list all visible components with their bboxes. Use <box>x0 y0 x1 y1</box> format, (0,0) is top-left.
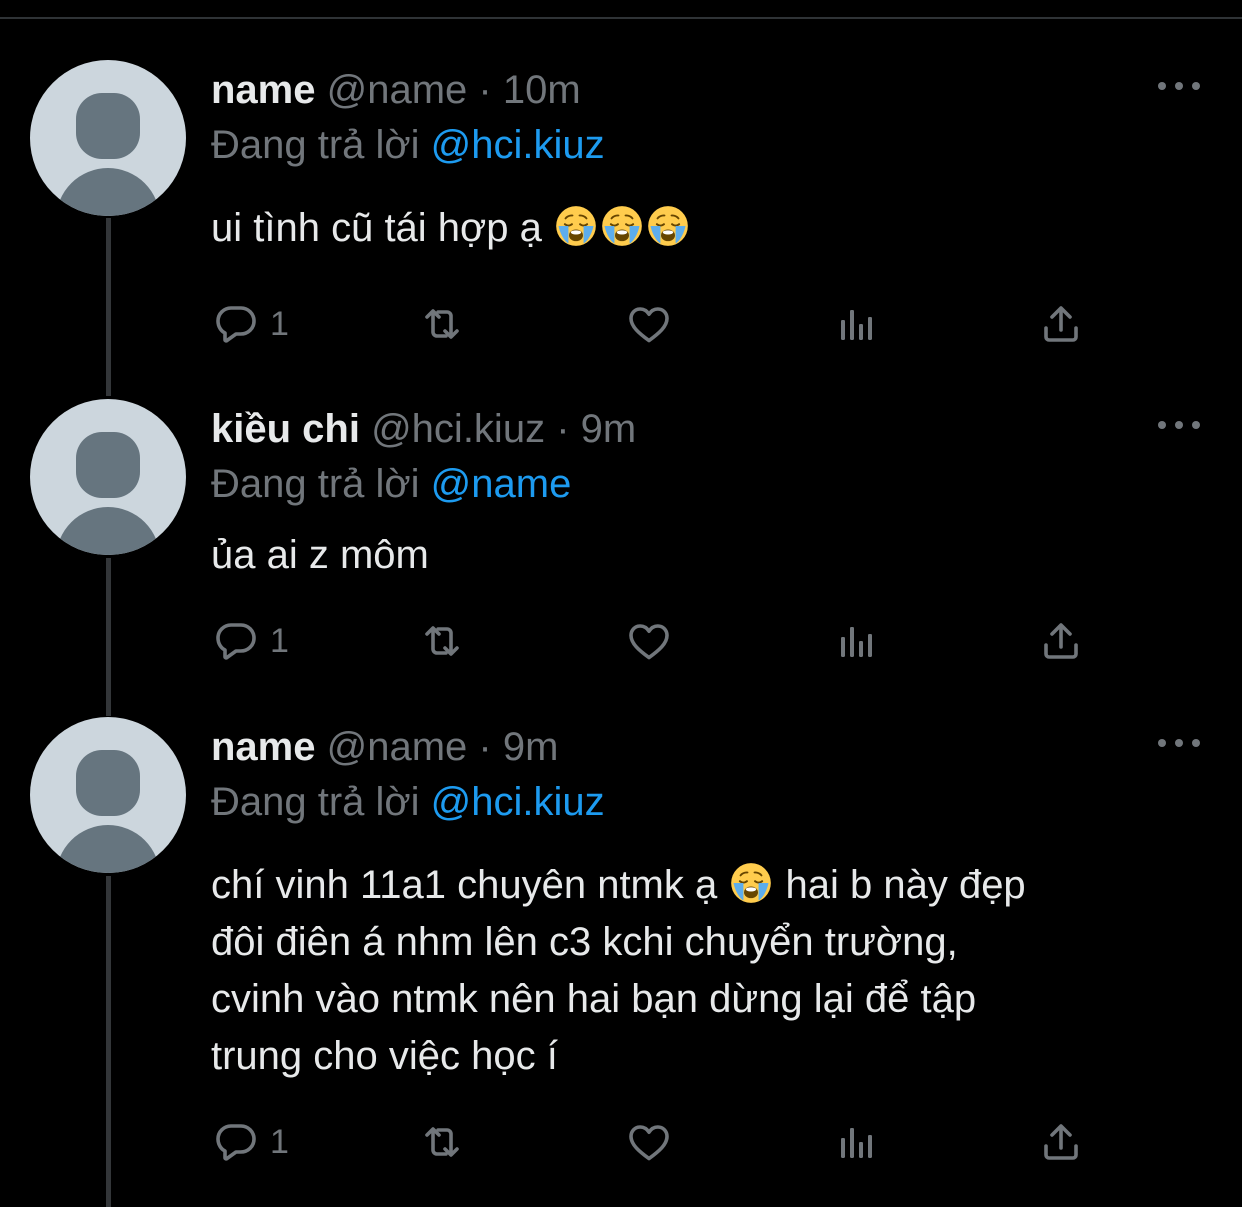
like-icon <box>625 617 673 665</box>
replying-to-label: Đang trả lời <box>211 123 420 167</box>
analytics-button[interactable] <box>832 1112 880 1172</box>
user-handle[interactable]: @hci.kiuz <box>371 407 545 451</box>
tweet-text-line: trung cho việc học í <box>211 1034 558 1078</box>
avatar-head <box>76 432 140 498</box>
timestamp[interactable]: 9m <box>503 725 559 769</box>
crying-face-icon <box>730 862 772 904</box>
tweet-text-line: cvinh vào ntmk nên hai bạn dừng lại để t… <box>211 977 977 1021</box>
more-options-icon[interactable] <box>1158 417 1200 433</box>
tweet-actions: 1 <box>0 294 1242 354</box>
timestamp[interactable]: 10m <box>503 68 581 112</box>
reply-button[interactable]: 1 <box>212 1112 289 1172</box>
replying-to-label: Đang trả lời <box>211 462 420 506</box>
replying-to: Đang trả lời @name <box>211 458 571 510</box>
crying-face-icon <box>647 205 689 247</box>
reply-icon <box>212 617 260 665</box>
tweet-text: ủa ai z môm <box>211 527 1201 584</box>
tweet-actions: 1 <box>0 611 1242 671</box>
replying-to-label: Đang trả lời <box>211 780 420 824</box>
retweet-button[interactable] <box>418 294 466 354</box>
tweet-header: name @name · 9m <box>211 721 558 773</box>
avatar[interactable] <box>30 399 186 555</box>
separator: · <box>478 725 492 769</box>
separator: · <box>478 68 492 112</box>
avatar-shoulders <box>56 825 160 873</box>
more-options-icon[interactable] <box>1158 735 1200 751</box>
tweet-text-segment: hai b này đẹp <box>785 863 1026 907</box>
top-divider <box>0 17 1242 19</box>
avatar-shoulders <box>56 168 160 216</box>
crying-face-icon <box>601 205 643 247</box>
tweet-text-content: ủa ai z môm <box>211 533 429 577</box>
tweet-text-segment: chí vinh 11a1 chuyên ntmk ạ <box>211 863 718 907</box>
retweet-icon <box>418 1118 466 1166</box>
tweet-text: ui tình cũ tái hợp ạ <box>211 200 1201 257</box>
avatar-shoulders <box>56 507 160 555</box>
reply-button[interactable]: 1 <box>212 611 289 671</box>
reply-button[interactable]: 1 <box>212 294 289 354</box>
retweet-icon <box>418 300 466 348</box>
mention-link[interactable]: @hci.kiuz <box>431 780 605 824</box>
reply-count: 1 <box>270 621 289 660</box>
avatar[interactable] <box>30 717 186 873</box>
share-button[interactable] <box>1037 294 1085 354</box>
display-name[interactable]: name <box>211 68 316 112</box>
share-button[interactable] <box>1037 611 1085 671</box>
share-icon <box>1037 300 1085 348</box>
retweet-button[interactable] <box>418 1112 466 1172</box>
tweet-text: chí vinh 11a1 chuyên ntmk ạ hai b này đẹ… <box>211 857 1201 1085</box>
mention-link[interactable]: @name <box>431 462 572 506</box>
like-icon <box>625 1118 673 1166</box>
separator: · <box>556 407 570 451</box>
user-handle[interactable]: @name <box>327 68 468 112</box>
tweet-text-line: chí vinh 11a1 chuyên ntmk ạ hai b này đẹ… <box>211 857 1201 914</box>
share-button[interactable] <box>1037 1112 1085 1172</box>
timestamp[interactable]: 9m <box>581 407 637 451</box>
replying-to: Đang trả lời @hci.kiuz <box>211 119 605 171</box>
tweet-header: kiều chi @hci.kiuz · 9m <box>211 403 636 455</box>
retweet-button[interactable] <box>418 611 466 671</box>
like-icon <box>625 300 673 348</box>
replying-to: Đang trả lời @hci.kiuz <box>211 776 605 828</box>
tweet-text-content: ui tình cũ tái hợp ạ <box>211 206 542 250</box>
analytics-icon <box>832 617 880 665</box>
more-options-icon[interactable] <box>1158 78 1200 94</box>
reply-icon <box>212 1118 260 1166</box>
like-button[interactable] <box>625 1112 673 1172</box>
share-icon <box>1037 1118 1085 1166</box>
analytics-icon <box>832 300 880 348</box>
share-icon <box>1037 617 1085 665</box>
analytics-button[interactable] <box>832 611 880 671</box>
tweet-actions: 1 <box>0 1112 1242 1172</box>
display-name[interactable]: name <box>211 725 316 769</box>
crying-face-icon <box>555 205 597 247</box>
analytics-button[interactable] <box>832 294 880 354</box>
reply-count: 1 <box>270 304 289 343</box>
avatar-head <box>76 750 140 816</box>
analytics-icon <box>832 1118 880 1166</box>
like-button[interactable] <box>625 294 673 354</box>
avatar-head <box>76 93 140 159</box>
tweet-header: name @name · 10m <box>211 64 581 116</box>
mention-link[interactable]: @hci.kiuz <box>431 123 605 167</box>
reply-count: 1 <box>270 1122 289 1161</box>
display-name[interactable]: kiều chi <box>211 407 360 451</box>
retweet-icon <box>418 617 466 665</box>
avatar[interactable] <box>30 60 186 216</box>
like-button[interactable] <box>625 611 673 671</box>
tweet-text-line: đôi điên á nhm lên c3 kchi chuyển trường… <box>211 920 958 964</box>
reply-icon <box>212 300 260 348</box>
user-handle[interactable]: @name <box>327 725 468 769</box>
